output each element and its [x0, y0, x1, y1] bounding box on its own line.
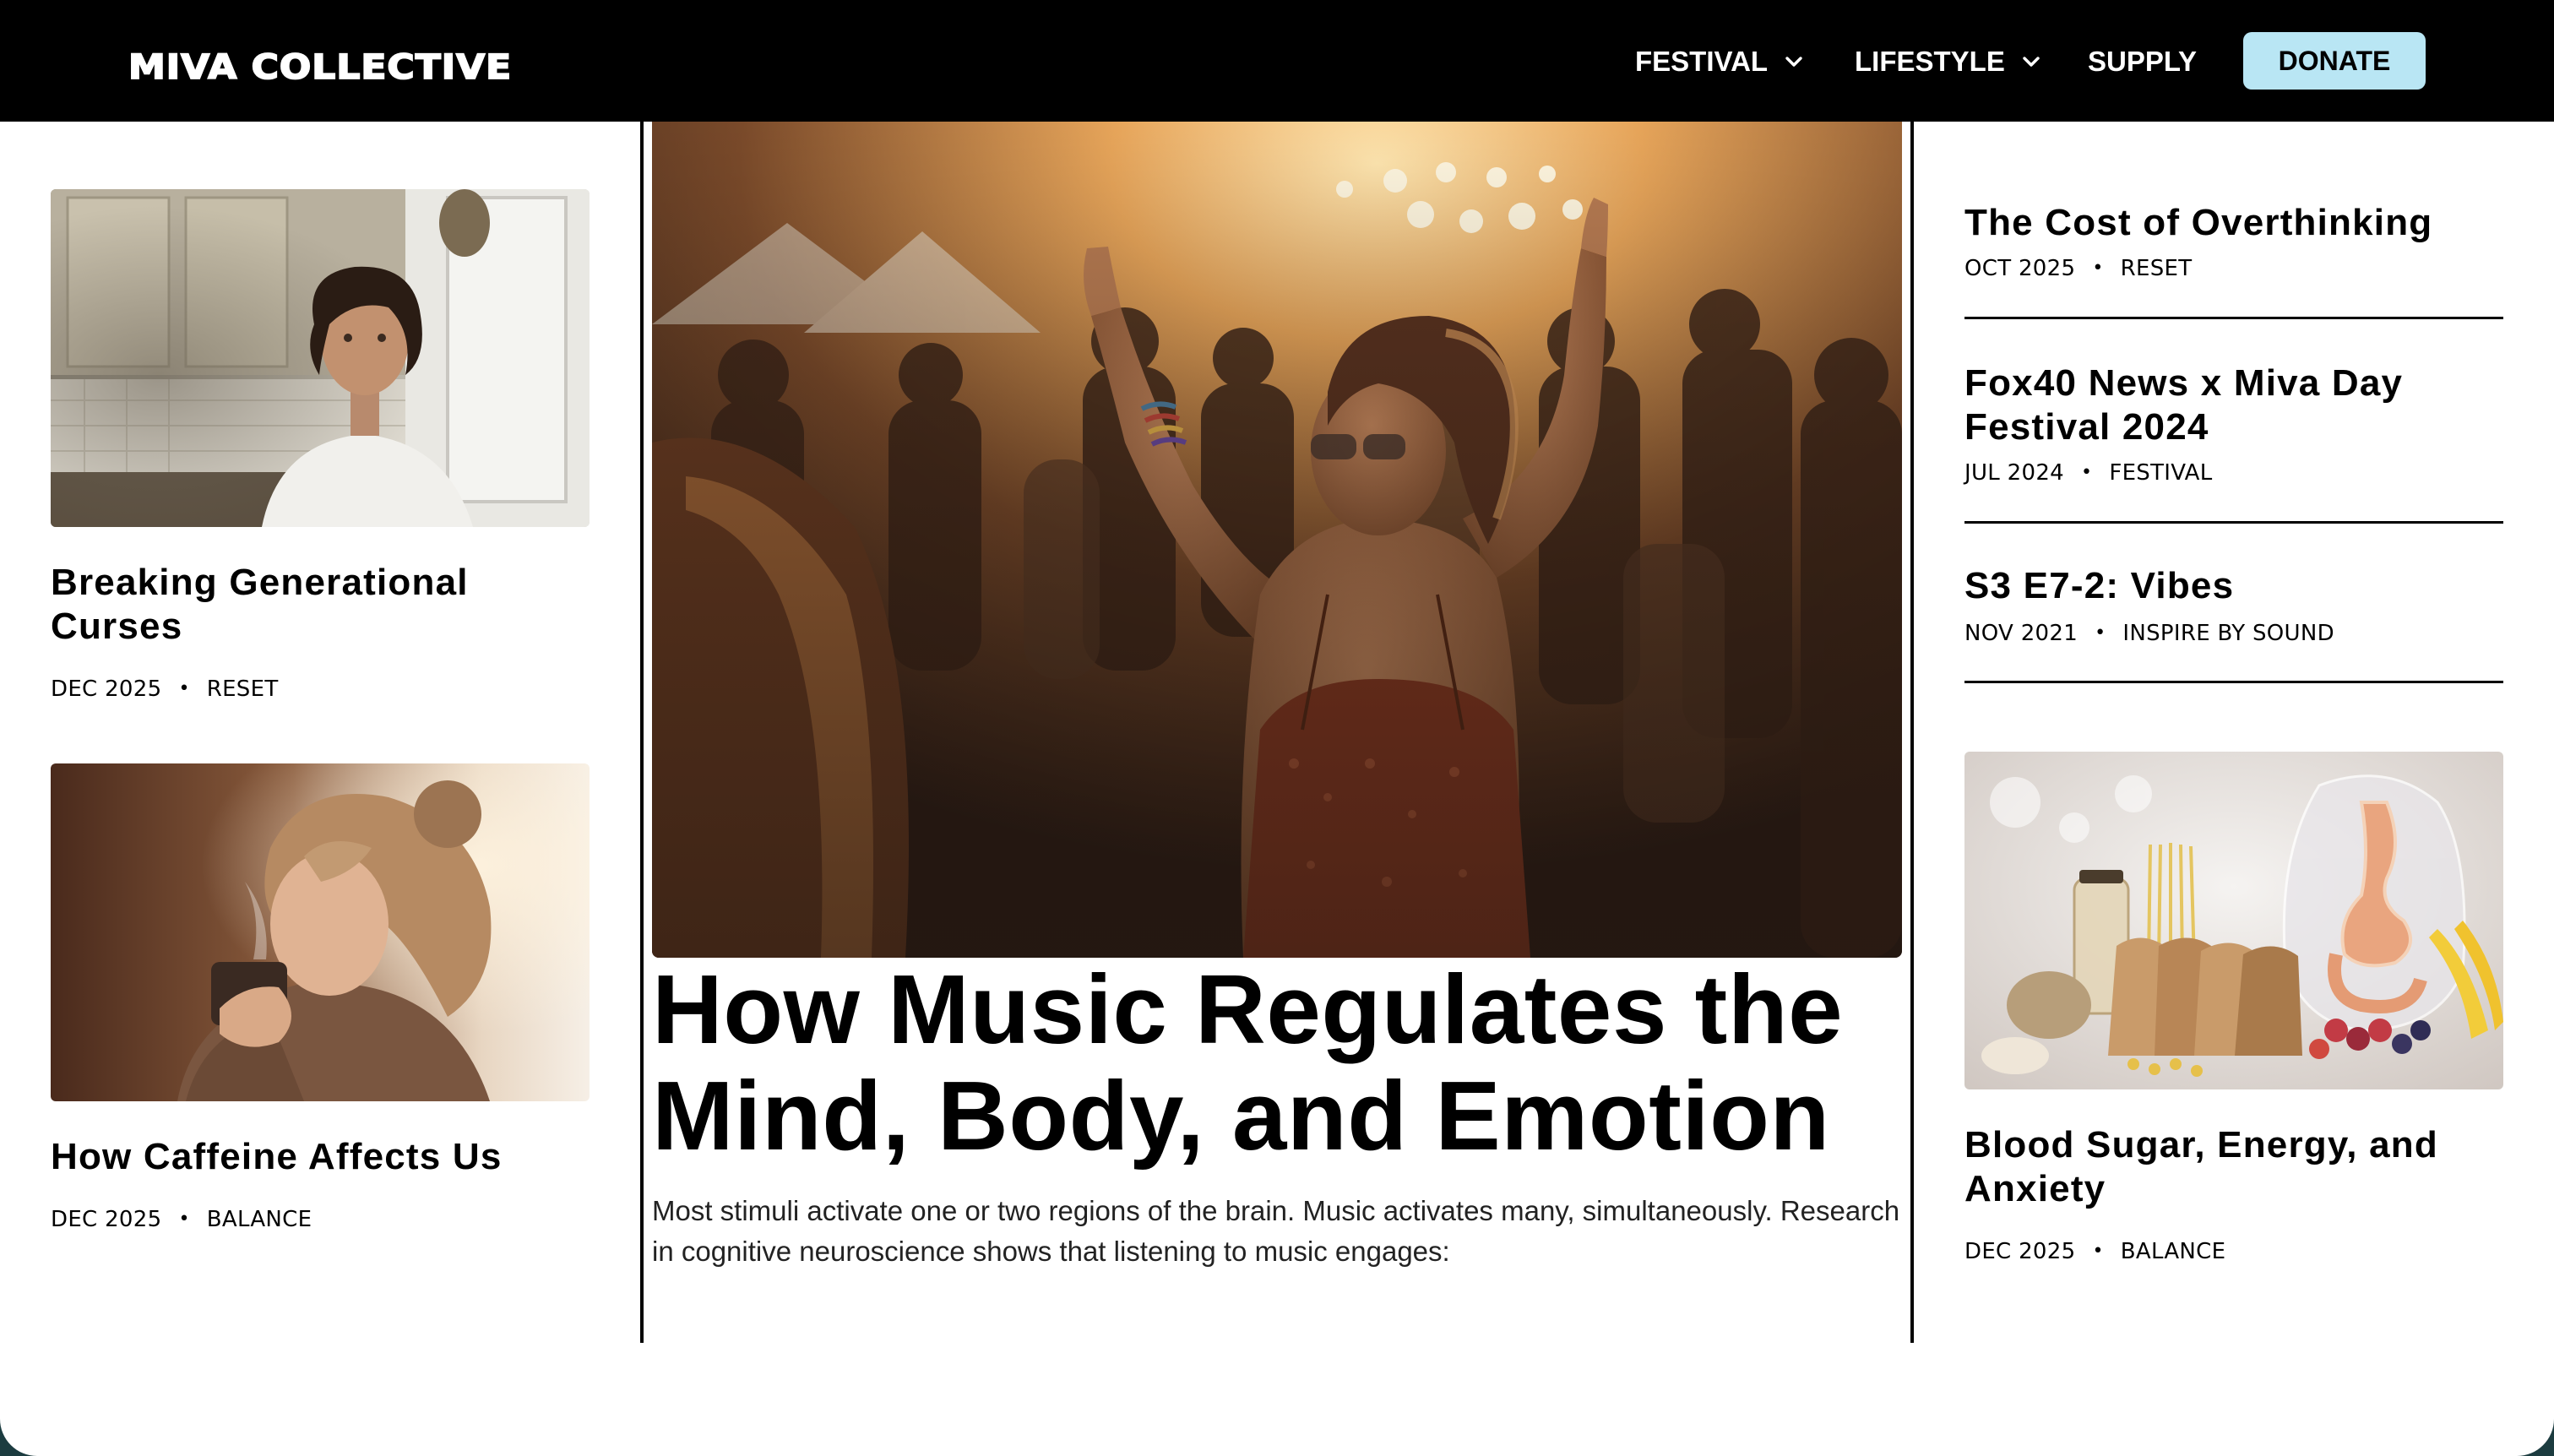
- donate-button[interactable]: DONATE: [2243, 32, 2426, 90]
- nav-supply[interactable]: SUPPLY: [2088, 41, 2197, 83]
- meta-separator: •: [2092, 258, 2104, 279]
- feature-title[interactable]: How Music Regulates the Mind, Body, and …: [652, 956, 1902, 1169]
- article-category[interactable]: RESET: [2121, 255, 2193, 282]
- article-title[interactable]: Blood Sugar, Energy, and Anxiety: [1964, 1123, 2505, 1211]
- healthy-food-digestion-photo: [1964, 752, 2503, 1089]
- list-item-meta: NOV 2021 • INSPIRE BY SOUND: [1964, 620, 2334, 647]
- meta-separator: •: [2092, 1241, 2104, 1262]
- column-divider-left: [640, 122, 644, 1343]
- article-category[interactable]: INSPIRE BY SOUND: [2122, 620, 2334, 647]
- article-image-blood-sugar[interactable]: [1964, 752, 2503, 1089]
- meta-separator: •: [2081, 462, 2093, 483]
- chevron-down-icon: [2023, 57, 2040, 67]
- chevron-down-icon: [1785, 57, 1802, 67]
- meta-separator: •: [178, 1209, 190, 1230]
- article-date: DEC 2025: [1964, 1239, 2076, 1264]
- woman-drinking-coffee-photo: [51, 763, 590, 1101]
- meta-separator: •: [2095, 622, 2106, 644]
- article-date: DEC 2025: [51, 1207, 162, 1232]
- article-category[interactable]: RESET: [207, 676, 279, 703]
- festival-crowd-dancing-photo: [652, 122, 1902, 958]
- woman-in-kitchen-photo: [51, 189, 590, 527]
- article-date: NOV 2021: [1964, 621, 2079, 646]
- feature-excerpt: Most stimuli activate one or two regions…: [652, 1195, 1900, 1267]
- article-title[interactable]: Breaking Generational Curses: [51, 561, 591, 649]
- article-category[interactable]: FESTIVAL: [2109, 459, 2212, 486]
- list-item-meta: OCT 2025 • RESET: [1964, 255, 2192, 282]
- feature-image[interactable]: [652, 122, 1902, 958]
- list-item-title[interactable]: The Cost of Overthinking: [1964, 201, 2505, 245]
- browser-page: MIVA COLLECTIVE FESTIVAL LIFESTYLE SUPPL…: [0, 0, 2554, 1456]
- column-divider-right: [1910, 122, 1914, 1343]
- article-meta: DEC 2025 • RESET: [51, 676, 279, 703]
- list-divider: [1964, 681, 2503, 683]
- article-image-generational-curses[interactable]: [51, 189, 590, 527]
- article-date: DEC 2025: [51, 676, 162, 702]
- list-item-meta: JUL 2024 • FESTIVAL: [1964, 459, 2213, 486]
- article-meta: DEC 2025 • BALANCE: [51, 1206, 312, 1233]
- site-logo[interactable]: MIVA COLLECTIVE: [128, 46, 512, 90]
- article-image-caffeine[interactable]: [51, 763, 590, 1101]
- list-item-title[interactable]: Fox40 News x Miva Day Festival 2024: [1964, 361, 2505, 449]
- list-divider: [1964, 317, 2503, 319]
- article-date: JUL 2024: [1964, 460, 2065, 486]
- article-meta: DEC 2025 • BALANCE: [1964, 1238, 2225, 1265]
- article-title[interactable]: How Caffeine Affects Us: [51, 1135, 591, 1179]
- nav-festival[interactable]: FESTIVAL: [1635, 41, 1805, 83]
- nav-lifestyle[interactable]: LIFESTYLE: [1855, 41, 2042, 83]
- article-category[interactable]: BALANCE: [2121, 1238, 2226, 1265]
- article-category[interactable]: BALANCE: [207, 1206, 312, 1233]
- list-divider: [1964, 521, 2503, 524]
- meta-separator: •: [178, 678, 190, 699]
- site-header: MIVA COLLECTIVE FESTIVAL LIFESTYLE SUPPL…: [0, 0, 2554, 122]
- article-date: OCT 2025: [1964, 256, 2076, 281]
- list-item-title[interactable]: S3 E7-2: Vibes: [1964, 564, 2505, 608]
- nav-lifestyle-label: LIFESTYLE: [1855, 46, 2005, 77]
- nav-festival-label: FESTIVAL: [1635, 46, 1769, 77]
- nav-supply-label: SUPPLY: [2088, 46, 2198, 77]
